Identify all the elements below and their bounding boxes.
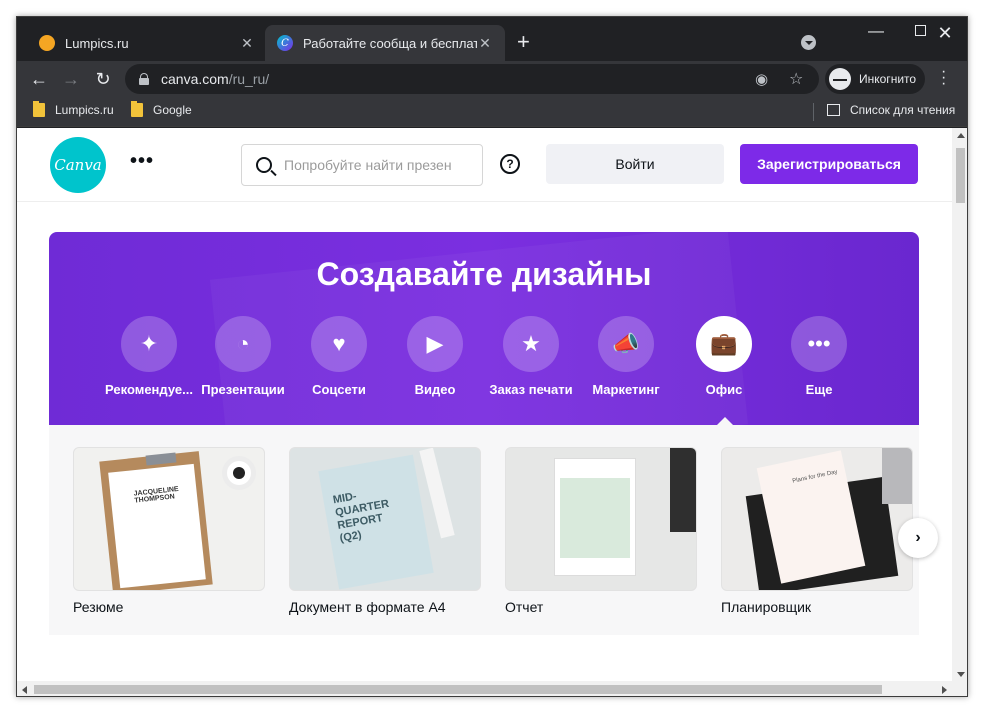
scroll-left-icon[interactable] — [22, 686, 27, 694]
scroll-up-icon[interactable] — [957, 133, 965, 138]
template-card-a4-document[interactable]: MID- QUARTER REPORT (Q2) Документ в форм… — [289, 447, 481, 615]
category-label: Маркетинг — [592, 382, 660, 397]
briefcase-icon: 💼 — [696, 316, 752, 372]
search-input[interactable] — [284, 157, 464, 173]
close-window-button[interactable]: ✕ — [922, 23, 967, 44]
bookmark-label: Google — [153, 103, 192, 117]
minimize-button[interactable]: — — [853, 23, 899, 41]
sparkle-icon: ✦ — [121, 316, 177, 372]
folder-icon — [33, 101, 45, 117]
scroll-down-icon[interactable] — [957, 672, 965, 677]
reading-list-icon — [827, 104, 840, 116]
template-thumbnail: MID- QUARTER REPORT (Q2) — [289, 447, 481, 591]
incognito-icon — [829, 68, 851, 90]
browser-menu-icon[interactable]: · · · — [941, 64, 946, 92]
tab-close-icon[interactable]: ✕ — [239, 35, 255, 52]
search-icon — [256, 157, 272, 173]
carousel-next-button[interactable]: › — [898, 518, 938, 558]
category-video[interactable]: ▶ Видео — [387, 316, 483, 397]
folder-icon — [131, 101, 143, 117]
more-dots-icon: ••• — [791, 316, 847, 372]
bookmarks-separator — [813, 103, 814, 121]
login-button[interactable]: Войти — [546, 144, 724, 184]
lock-icon — [139, 73, 149, 85]
new-tab-button[interactable]: + — [517, 31, 530, 53]
template-card-resume[interactable]: JACQUELINE THOMPSON Резюме — [73, 447, 265, 615]
forward-arrow-icon[interactable]: → — [59, 67, 83, 91]
bookmark-lumpics[interactable]: Lumpics.ru — [33, 101, 114, 117]
url-host: canva.com — [161, 71, 229, 87]
video-camera-icon: ▶ — [407, 316, 463, 372]
back-arrow-icon[interactable]: ← — [27, 67, 51, 91]
address-bar[interactable]: canva.com/ru_ru/ ◉ ☆ — [125, 64, 819, 94]
category-social[interactable]: ♥ Соцсети — [291, 316, 387, 397]
category-more[interactable]: ••• Еще — [771, 316, 867, 397]
vertical-scroll-thumb[interactable] — [956, 148, 965, 203]
canva-favicon-icon: C — [277, 35, 293, 51]
template-name: Отчет — [505, 599, 544, 615]
bookmarks-bar: Lumpics.ru Google Список для чтения — [17, 97, 967, 127]
help-icon[interactable]: ? — [500, 154, 520, 174]
presentation-icon: ◔ — [215, 316, 271, 372]
template-name: Резюме — [73, 599, 124, 615]
vertical-scrollbar[interactable] — [952, 128, 967, 681]
tab-search-icon[interactable] — [801, 35, 816, 50]
search-box[interactable] — [241, 144, 483, 186]
horizontal-scroll-thumb[interactable] — [34, 685, 882, 694]
template-card-planner[interactable]: Plans for the Day Планировщик — [721, 447, 913, 615]
heart-chat-icon: ♥ — [311, 316, 367, 372]
category-label: Рекомендуе... — [105, 382, 193, 397]
category-label: Видео — [414, 382, 456, 397]
canva-logo[interactable]: Canva — [50, 137, 106, 193]
template-thumbnail: Plans for the Day — [721, 447, 913, 591]
tab-lumpics[interactable]: Lumpics.ru ✕ — [27, 25, 267, 61]
category-office[interactable]: 💼 Офис — [676, 316, 772, 397]
category-label: Еще — [805, 382, 833, 397]
bookmark-google[interactable]: Google — [131, 101, 192, 117]
template-thumbnail — [505, 447, 697, 591]
horizontal-scrollbar[interactable] — [17, 681, 967, 696]
category-print-order[interactable]: ★ Заказ печати — [483, 316, 579, 397]
template-thumbnail: JACQUELINE THOMPSON — [73, 447, 265, 591]
bookmark-label: Lumpics.ru — [55, 103, 114, 117]
scroll-right-icon[interactable] — [942, 686, 947, 694]
template-carousel: JACQUELINE THOMPSON Резюме MID- QUARTER … — [49, 425, 919, 635]
category-presentations[interactable]: ◔ Презентации — [195, 316, 291, 397]
reload-icon[interactable]: ↻ — [91, 67, 115, 91]
template-name: Планировщик — [721, 599, 812, 615]
url-path: /ru_ru/ — [228, 71, 270, 87]
canva-header: Canva ••• ? Войти Зарегистрироваться — [17, 128, 952, 202]
more-menu-icon[interactable]: ••• — [130, 150, 154, 173]
template-card-report[interactable]: Отчет — [505, 447, 697, 615]
star-bookmark-icon[interactable]: ☆ — [789, 69, 803, 89]
category-label: Презентации — [201, 382, 285, 397]
lumpics-favicon-icon — [39, 35, 55, 51]
browser-window: Lumpics.ru ✕ C Работайте сообща и беспла… — [16, 16, 968, 697]
incognito-badge[interactable]: Инкогнито — [825, 64, 925, 94]
eye-off-icon[interactable]: ◉ — [755, 70, 768, 88]
category-recommended[interactable]: ✦ Рекомендуе... — [101, 316, 197, 397]
print-order-icon: ★ — [503, 316, 559, 372]
tab-close-icon[interactable]: ✕ — [477, 35, 493, 52]
category-label: Офис — [705, 382, 743, 397]
hero-title: Создавайте дизайны — [316, 256, 652, 292]
browser-toolbar: ← → ↻ canva.com/ru_ru/ ◉ ☆ Инкогнито · · · — [17, 61, 967, 97]
tab-canva[interactable]: C Работайте сообща и бесплатно ✕ — [265, 25, 505, 61]
tab-title: Работайте сообща и бесплатно — [303, 35, 477, 51]
category-label: Заказ печати — [489, 382, 573, 397]
template-name: Документ в формате А4 — [289, 599, 446, 615]
reading-list-label: Список для чтения — [850, 103, 956, 117]
megaphone-icon: 📣 — [598, 316, 654, 372]
signup-button[interactable]: Зарегистрироваться — [740, 144, 918, 184]
incognito-label: Инкогнито — [859, 72, 917, 86]
tab-strip: Lumpics.ru ✕ C Работайте сообща и беспла… — [17, 17, 967, 61]
category-marketing[interactable]: 📣 Маркетинг — [578, 316, 674, 397]
category-label: Соцсети — [312, 382, 366, 397]
hero-banner: Создавайте дизайны ✦ Рекомендуе... ◔ Пре… — [49, 232, 919, 425]
page-viewport: Canva ••• ? Войти Зарегистрироваться Соз… — [17, 128, 967, 696]
tab-title: Lumpics.ru — [65, 35, 129, 51]
reading-list-button[interactable]: Список для чтения — [827, 103, 955, 117]
